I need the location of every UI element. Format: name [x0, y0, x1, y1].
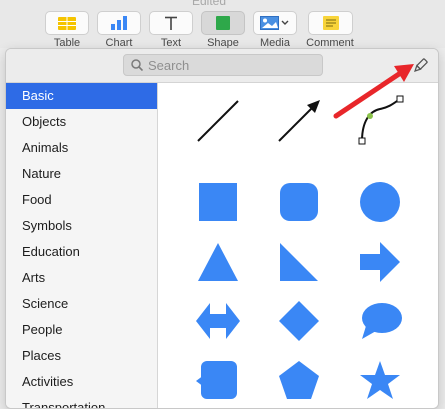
- search-icon: [131, 59, 143, 71]
- category-item-symbols[interactable]: Symbols: [6, 213, 157, 239]
- media-button[interactable]: [253, 11, 297, 35]
- shape-button[interactable]: [201, 11, 245, 35]
- popover-header: Search: [6, 49, 438, 83]
- category-item-people[interactable]: People: [6, 317, 157, 343]
- shape-icon: [216, 16, 230, 30]
- star-shape[interactable]: [350, 351, 410, 409]
- search-placeholder: Search: [148, 57, 190, 73]
- category-item-places[interactable]: Places: [6, 343, 157, 369]
- category-item-education[interactable]: Education: [6, 239, 157, 265]
- triangle-shape[interactable]: [188, 232, 248, 292]
- window-title: Edited: [192, 0, 227, 8]
- circle-shape[interactable]: [350, 172, 410, 232]
- callout-square-shape[interactable]: [188, 351, 248, 409]
- text-icon: [165, 16, 177, 30]
- rounded-square-shape[interactable]: [269, 172, 329, 232]
- category-item-arts[interactable]: Arts: [6, 265, 157, 291]
- category-item-science[interactable]: Science: [6, 291, 157, 317]
- category-item-food[interactable]: Food: [6, 187, 157, 213]
- category-item-basic[interactable]: Basic: [6, 83, 157, 109]
- right-triangle-shape[interactable]: [269, 232, 329, 292]
- double-arrow-shape[interactable]: [188, 291, 248, 351]
- pentagon-shape[interactable]: [269, 351, 329, 409]
- category-item-activities[interactable]: Activities: [6, 369, 157, 395]
- curve-shape[interactable]: [350, 91, 410, 151]
- arrow-line-shape[interactable]: [269, 91, 329, 151]
- line-shape[interactable]: [188, 91, 248, 151]
- comment-button[interactable]: [308, 11, 353, 35]
- text-button[interactable]: [149, 11, 193, 35]
- comment-icon: [322, 16, 339, 30]
- category-item-objects[interactable]: Objects: [6, 109, 157, 135]
- category-item-animals[interactable]: Animals: [6, 135, 157, 161]
- shape-library-popover: Search Basic Objects Animals Nature Food…: [5, 48, 439, 409]
- pen-icon[interactable]: [411, 57, 429, 75]
- speech-bubble-shape[interactable]: [350, 291, 410, 351]
- search-field[interactable]: Search: [123, 54, 323, 76]
- toolbar: Edited Table Chart Text Shape Media Comm…: [0, 0, 445, 49]
- table-icon: [58, 16, 76, 30]
- category-item-nature[interactable]: Nature: [6, 161, 157, 187]
- square-shape[interactable]: [188, 172, 248, 232]
- arrow-right-shape[interactable]: [350, 232, 410, 292]
- shape-grid: [158, 83, 438, 409]
- category-list: Basic Objects Animals Nature Food Symbol…: [6, 83, 158, 408]
- category-item-transportation[interactable]: Transportation: [6, 395, 157, 408]
- media-icon: [260, 16, 289, 30]
- chart-button[interactable]: [97, 11, 141, 35]
- table-button[interactable]: [45, 11, 89, 35]
- diamond-shape[interactable]: [269, 291, 329, 351]
- chart-icon: [111, 16, 127, 30]
